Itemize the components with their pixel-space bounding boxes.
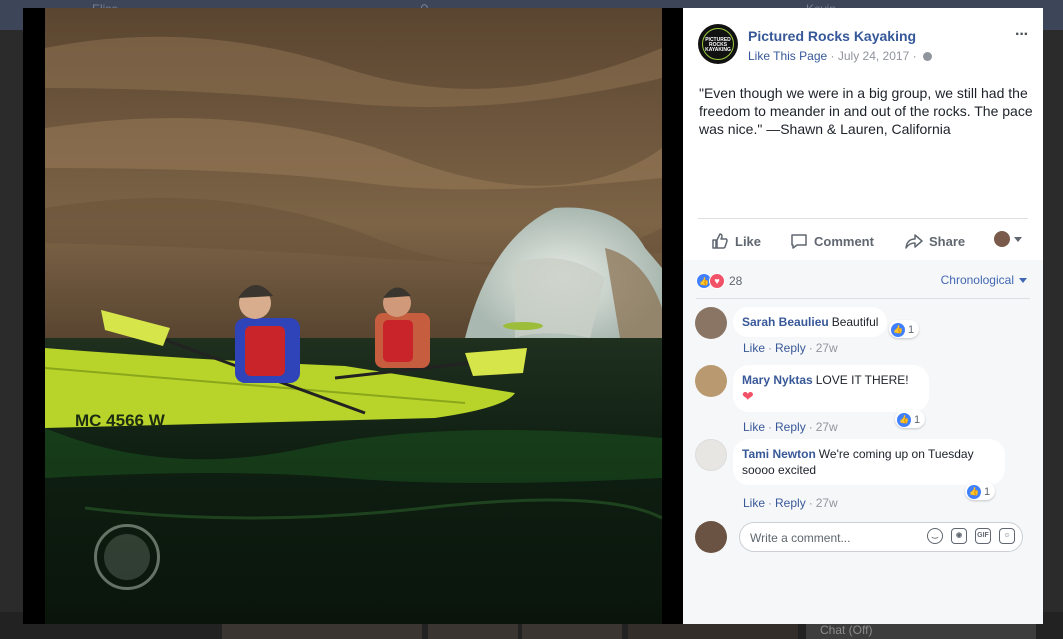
comment-text: LOVE IT THERE! bbox=[815, 373, 909, 387]
gif-icon[interactable]: GIF bbox=[975, 528, 991, 544]
comment-reply-link[interactable]: Reply bbox=[775, 341, 806, 355]
comment-bubble: Mary Nyktas LOVE IT THERE! ❤ bbox=[733, 365, 929, 412]
heart-emoji: ❤ bbox=[742, 388, 754, 404]
comment-time[interactable]: 27w bbox=[816, 341, 838, 355]
comment-bubble: Tami Newton We're coming up on Tuesday so… bbox=[733, 439, 1005, 485]
comment-like-link[interactable]: Like bbox=[743, 420, 765, 434]
comment-item: Tami Newton We're coming up on Tuesday so… bbox=[695, 439, 1030, 510]
comment-sort-select[interactable]: Chronological bbox=[941, 273, 1027, 287]
user-avatar bbox=[695, 521, 727, 553]
chevron-down-icon bbox=[1014, 236, 1022, 242]
comment-reaction-count: 1 bbox=[908, 323, 915, 336]
comment-item: Sarah Beaulieu Beautiful 👍 1 Like · Reply · 2… bbox=[695, 307, 1030, 357]
avatar-logo-text: PICTURED ROCKS KAYAKING bbox=[705, 37, 731, 53]
comment-reply-link[interactable]: Reply bbox=[775, 496, 806, 510]
share-button-label: Share bbox=[929, 233, 966, 249]
commenter-avatar[interactable] bbox=[695, 307, 727, 339]
post-meta: Like This Page · July 24, 2017 · bbox=[748, 49, 932, 63]
comment-icon bbox=[791, 234, 807, 249]
more-options-icon[interactable]: ··· bbox=[1015, 26, 1029, 44]
emoji-icon[interactable]: ‿ bbox=[927, 528, 943, 544]
comment-bubble: Sarah Beaulieu Beautiful bbox=[733, 307, 888, 337]
comment-sort-label: Chronological bbox=[940, 273, 1014, 287]
composer-icons: ‿ ◉ GIF ☺ bbox=[927, 528, 1015, 544]
page-avatar[interactable]: PICTURED ROCKS KAYAKING bbox=[698, 24, 738, 64]
post-as-selector[interactable] bbox=[994, 231, 1022, 247]
divider bbox=[696, 298, 1030, 299]
user-avatar bbox=[994, 231, 1010, 247]
camera-icon[interactable]: ◉ bbox=[951, 528, 967, 544]
comment-item: Mary Nyktas LOVE IT THERE! ❤ 👍 1 Like · Rep… bbox=[695, 365, 1030, 434]
comment-author[interactable]: Mary Nyktas bbox=[742, 373, 813, 387]
comment-reaction-count: 1 bbox=[984, 485, 991, 498]
divider bbox=[698, 218, 1028, 219]
globe-icon[interactable] bbox=[922, 52, 932, 61]
comments-area: 👍 ♥ 28 Chronological Sarah Beaulieu Beaut… bbox=[683, 260, 1043, 624]
comment-like-link[interactable]: Like bbox=[743, 341, 765, 355]
kayak-registration-text: MC 4566 W bbox=[75, 411, 166, 430]
meta-separator: · bbox=[830, 49, 835, 63]
like-page-link[interactable]: Like This Page bbox=[748, 49, 827, 63]
comment-reply-link[interactable]: Reply bbox=[775, 420, 806, 434]
comment-actions: Like · Reply · 27w bbox=[743, 341, 838, 355]
comment-reactions[interactable]: 👍 1 bbox=[895, 410, 926, 428]
like-reaction-icon: 👍 bbox=[897, 412, 911, 427]
post-date[interactable]: July 24, 2017 bbox=[838, 49, 909, 63]
comment-button[interactable]: Comment bbox=[790, 231, 874, 251]
comment-text: Beautiful bbox=[831, 315, 879, 329]
comment-reaction-count: 1 bbox=[914, 413, 921, 426]
like-button[interactable]: Like bbox=[711, 231, 761, 251]
like-button-label: Like bbox=[735, 233, 762, 249]
commenter-avatar[interactable] bbox=[695, 439, 727, 471]
love-reaction-icon: ♥ bbox=[709, 273, 725, 289]
commenter-avatar[interactable] bbox=[695, 365, 727, 397]
reaction-count: 28 bbox=[729, 274, 743, 288]
like-reaction-icon: 👍 bbox=[967, 484, 981, 499]
comment-reactions[interactable]: 👍 1 bbox=[965, 482, 996, 500]
comment-button-label: Comment bbox=[814, 233, 874, 249]
comment-composer: Write a comment... ‿ ◉ GIF ☺ bbox=[695, 520, 1031, 554]
comment-author[interactable]: Tami Newton bbox=[742, 447, 816, 461]
comment-reactions[interactable]: 👍 1 bbox=[889, 320, 920, 338]
comment-time[interactable]: 27w bbox=[816, 496, 838, 510]
reactions-summary[interactable]: 👍 ♥ 28 bbox=[696, 272, 742, 290]
share-button[interactable]: Share bbox=[905, 231, 965, 251]
post-side-panel: PICTURED ROCKS KAYAKING Pictured Rocks K… bbox=[683, 8, 1043, 624]
watermark-logo bbox=[94, 524, 160, 590]
sticker-icon[interactable]: ☺ bbox=[999, 528, 1015, 544]
comment-actions: Like · Reply · 27w bbox=[743, 420, 838, 434]
post-header: PICTURED ROCKS KAYAKING Pictured Rocks K… bbox=[698, 24, 1029, 68]
comment-like-link[interactable]: Like bbox=[743, 496, 765, 510]
comment-actions: Like · Reply · 27w bbox=[743, 496, 838, 510]
like-reaction-icon: 👍 bbox=[891, 322, 905, 337]
page-name-link[interactable]: Pictured Rocks Kayaking bbox=[748, 28, 916, 44]
post-photo[interactable]: MC 4566 W bbox=[45, 8, 662, 624]
comment-author[interactable]: Sarah Beaulieu bbox=[742, 315, 829, 329]
post-text: "Even though we were in a big group, we … bbox=[699, 85, 1033, 137]
chevron-down-icon bbox=[1019, 277, 1027, 283]
meta-separator: · bbox=[912, 49, 917, 63]
share-icon bbox=[905, 234, 923, 249]
thumbs-up-icon bbox=[712, 233, 728, 249]
comment-time[interactable]: 27w bbox=[816, 420, 838, 434]
post-actions: Like Comment Share bbox=[698, 225, 1028, 255]
